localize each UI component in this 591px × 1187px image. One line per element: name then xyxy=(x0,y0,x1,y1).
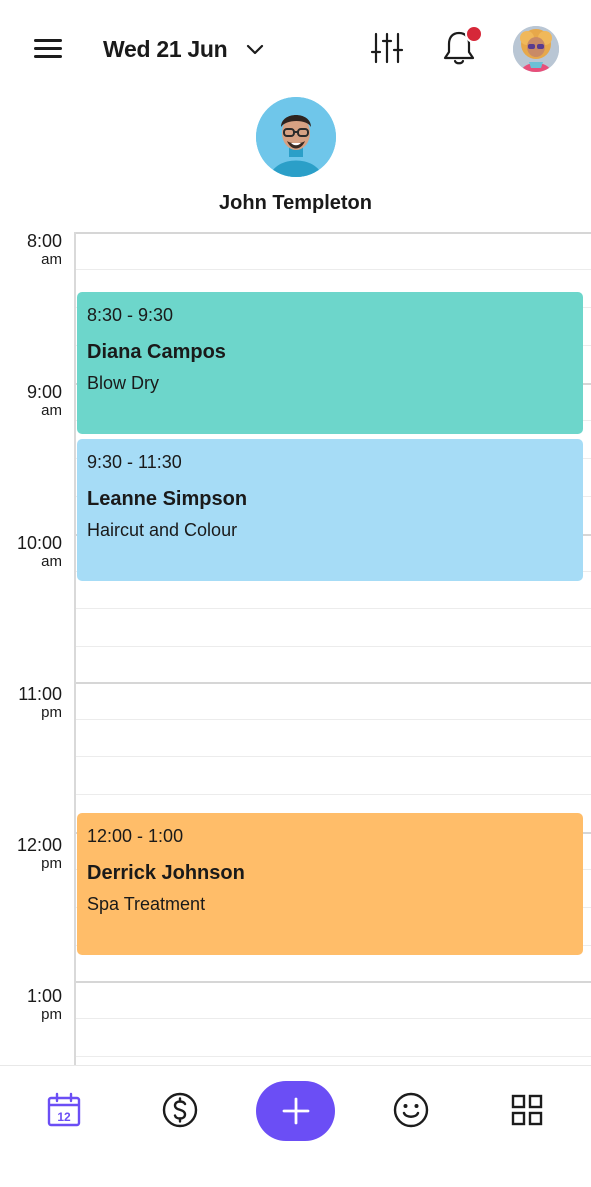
grid-icon[interactable] xyxy=(509,1092,545,1128)
time-column: 8:00 am 9:00 am 10:00 am 11:00 pm 12:00 pm 1:… xyxy=(0,230,72,1065)
sliders-filter-icon[interactable] xyxy=(370,31,404,65)
appointment-card[interactable]: 12:00 - 1:00 Derrick Johnson Spa Treatme… xyxy=(77,813,583,955)
time-label: 12:00 pm xyxy=(16,835,62,872)
appointment-time: 9:30 - 11:30 xyxy=(87,452,182,472)
appointment-client: Diana Campos xyxy=(87,341,226,363)
notification-badge xyxy=(465,25,483,43)
time-label: 1:00 pm xyxy=(26,986,62,1023)
slot-line xyxy=(76,1018,591,1019)
calendar-icon[interactable]: 12 xyxy=(46,1092,82,1128)
slot-line xyxy=(76,794,591,795)
hour-line xyxy=(76,682,591,684)
hour-line xyxy=(76,981,591,983)
top-app-bar: Wed 21 Jun xyxy=(0,0,591,96)
hour-line xyxy=(76,232,591,234)
slot-line xyxy=(76,646,591,647)
user-avatar[interactable] xyxy=(513,26,559,72)
day-schedule: 8:00 am 9:00 am 10:00 am 11:00 pm 12:00 pm 1:… xyxy=(0,230,591,1065)
date-label: Wed 21 Jun xyxy=(103,35,228,62)
slot-line xyxy=(76,719,591,720)
appointment-card[interactable]: 9:30 - 11:30 Leanne Simpson Haircut and … xyxy=(77,439,583,581)
bottom-navigation: 12 xyxy=(0,1065,591,1187)
time-label: 9:00 am xyxy=(26,382,62,419)
plus-icon xyxy=(282,1097,309,1125)
slot-line xyxy=(76,608,591,609)
staff-avatar-photo xyxy=(256,97,336,177)
appointment-time: 8:30 - 9:30 xyxy=(87,305,174,325)
user-avatar-photo xyxy=(513,26,559,72)
appointment-service: Blow Dry xyxy=(87,373,160,393)
slot-line xyxy=(76,1056,591,1057)
staff-avatar[interactable] xyxy=(256,97,336,177)
appointment-client: Leanne Simpson xyxy=(87,488,248,510)
appointment-service: Haircut and Colour xyxy=(87,520,238,540)
time-label: 10:00 am xyxy=(16,533,62,570)
appointment-card[interactable]: 8:30 - 9:30 Diana Campos Blow Dry xyxy=(77,292,583,434)
slot-line xyxy=(76,269,591,270)
date-selector[interactable]: Wed 21 Jun xyxy=(103,32,265,66)
appointment-time: 12:00 - 1:00 xyxy=(87,826,184,846)
time-label: 11:00 pm xyxy=(18,684,62,721)
appointment-service: Spa Treatment xyxy=(87,894,206,914)
slot-line xyxy=(76,756,591,757)
chevron-down-icon xyxy=(247,44,264,55)
staff-name: John Templeton xyxy=(219,192,372,214)
time-label: 8:00 am xyxy=(26,231,62,268)
smiley-icon[interactable] xyxy=(393,1092,429,1128)
appointment-client: Derrick Johnson xyxy=(87,862,245,884)
dollar-icon[interactable] xyxy=(162,1092,198,1128)
calendar-day-number: 12 xyxy=(57,1110,71,1124)
add-appointment-button[interactable] xyxy=(256,1081,335,1141)
hamburger-menu-icon[interactable] xyxy=(34,36,64,60)
